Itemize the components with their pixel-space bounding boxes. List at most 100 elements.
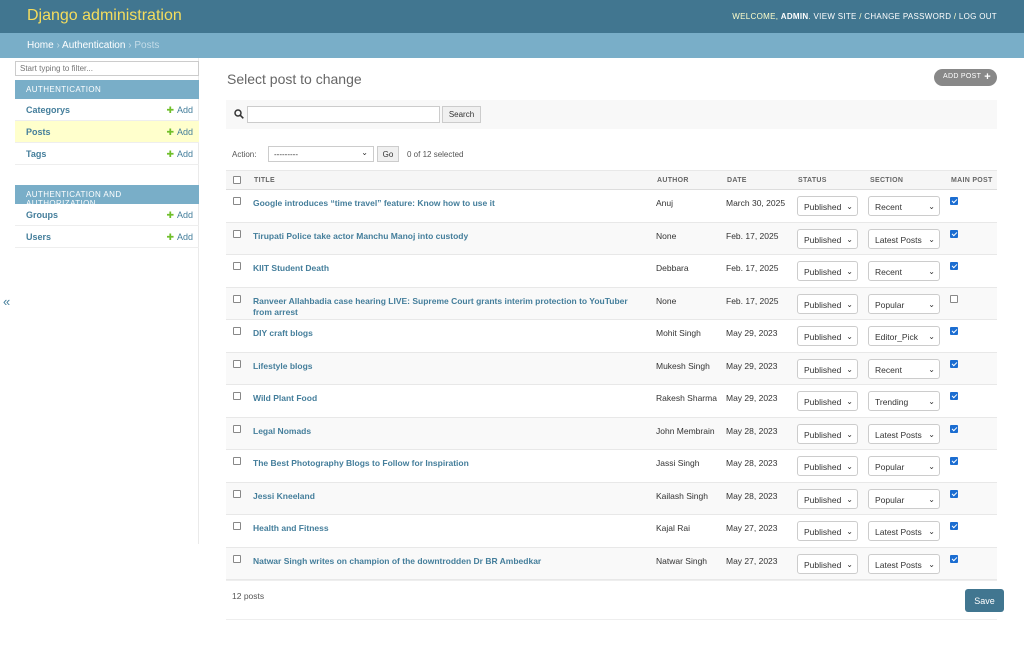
- chevron-down-icon: ⌄: [846, 299, 853, 309]
- status-select[interactable]: Published ⌄: [797, 196, 858, 216]
- main-post-checkbox[interactable]: [950, 489, 958, 498]
- row-select-checkbox[interactable]: [233, 229, 241, 238]
- row-select-checkbox[interactable]: [233, 424, 241, 433]
- main-post-checkbox[interactable]: [950, 392, 958, 400]
- change-password-link[interactable]: Change password: [864, 12, 951, 21]
- add-post-button[interactable]: ADD POST +: [934, 69, 997, 86]
- row-select-checkbox[interactable]: [233, 392, 241, 400]
- section-select[interactable]: Popular ⌄: [868, 488, 940, 509]
- module-caption[interactable]: AUTHENTICATION: [15, 80, 199, 99]
- post-title-link[interactable]: Google introduces “time travel” feature:…: [253, 198, 648, 209]
- row-select-checkbox[interactable]: [233, 522, 241, 530]
- main-post-checkbox[interactable]: [950, 554, 958, 563]
- status-select[interactable]: Published ⌄: [797, 488, 858, 509]
- post-title-link[interactable]: Tirupati Police take actor Manchu Manoj …: [253, 231, 648, 242]
- select-all-checkbox[interactable]: [233, 176, 241, 184]
- sidebar-item-label[interactable]: Users: [26, 232, 51, 242]
- sidebar-item-label[interactable]: Groups: [26, 210, 58, 220]
- post-title-link[interactable]: DIY craft blogs: [253, 328, 648, 339]
- status-select[interactable]: Published ⌄: [797, 521, 858, 541]
- column-header-author[interactable]: AUTHOR: [657, 177, 689, 184]
- table-row: Jessi Kneeland Kailash Singh May 28, 2023 P…: [226, 482, 997, 515]
- status-select[interactable]: Published ⌄: [797, 553, 858, 574]
- add-groups-link[interactable]: ✚ Add: [166, 210, 193, 221]
- action-select[interactable]: --------- ⌄: [268, 146, 374, 162]
- site-name[interactable]: Django administration: [27, 7, 182, 25]
- add-posts-link[interactable]: ✚ Add: [166, 127, 193, 138]
- nav-filter-input[interactable]: [15, 61, 199, 76]
- column-header-section[interactable]: SECTION: [870, 177, 903, 184]
- section-select[interactable]: Latest Posts ⌄: [868, 228, 940, 249]
- sidebar-item-label[interactable]: Posts: [26, 127, 51, 137]
- main-post-checkbox[interactable]: [950, 327, 958, 335]
- main-post-checkbox[interactable]: [950, 262, 958, 270]
- breadcrumb-app[interactable]: Authentication: [62, 40, 125, 51]
- post-title-link[interactable]: Ranveer Allahbadia case hearing LIVE: Su…: [253, 296, 648, 318]
- row-select-checkbox[interactable]: [233, 262, 241, 270]
- status-select[interactable]: Published ⌄: [797, 228, 858, 249]
- toggle-sidebar-button[interactable]: «: [3, 294, 10, 309]
- status-select[interactable]: Published ⌄: [797, 423, 858, 444]
- main-post-checkbox[interactable]: [950, 424, 958, 433]
- breadcrumb-home[interactable]: Home: [27, 40, 54, 51]
- post-title-link[interactable]: The Best Photography Blogs to Follow for…: [253, 458, 648, 469]
- post-title-link[interactable]: Jessi Kneeland: [253, 491, 648, 502]
- post-title-link[interactable]: Wild Plant Food: [253, 393, 648, 404]
- status-select[interactable]: Published ⌄: [797, 326, 858, 346]
- status-select[interactable]: Published ⌄: [797, 293, 858, 314]
- main-post-checkbox[interactable]: [950, 359, 958, 368]
- row-select-checkbox[interactable]: [233, 457, 241, 465]
- chevron-down-icon: ⌄: [928, 267, 935, 276]
- main-post-checkbox[interactable]: [950, 457, 958, 465]
- view-site-link[interactable]: View site: [814, 12, 857, 21]
- main-post-checkbox[interactable]: [950, 294, 958, 303]
- section-select[interactable]: Latest Posts ⌄: [868, 521, 940, 541]
- section-select[interactable]: Recent ⌄: [868, 196, 940, 216]
- row-select-checkbox[interactable]: [233, 327, 241, 335]
- post-title-link[interactable]: Legal Nomads: [253, 426, 648, 437]
- row-select-checkbox[interactable]: [233, 197, 241, 205]
- section-select[interactable]: Recent ⌄: [868, 261, 940, 281]
- section-select[interactable]: Popular ⌄: [868, 456, 940, 476]
- add-users-link[interactable]: ✚ Add: [166, 232, 193, 243]
- section-select[interactable]: Popular ⌄: [868, 293, 940, 314]
- column-header-main-post[interactable]: MAIN POST: [951, 177, 993, 184]
- section-select[interactable]: Latest Posts ⌄: [868, 553, 940, 574]
- column-header-status[interactable]: STATUS: [798, 177, 827, 184]
- post-title-link[interactable]: Natwar Singh writes on champion of the d…: [253, 556, 648, 567]
- row-select-checkbox[interactable]: [233, 489, 241, 498]
- add-categorys-link[interactable]: ✚ Add: [166, 105, 193, 116]
- sidebar-item-label[interactable]: Tags: [26, 149, 46, 159]
- status-select[interactable]: Published ⌄: [797, 391, 858, 411]
- search-input[interactable]: [247, 106, 440, 123]
- row-select-checkbox[interactable]: [233, 294, 241, 303]
- column-header-date[interactable]: DATE: [727, 177, 747, 184]
- main-post-checkbox[interactable]: [950, 197, 958, 205]
- status-select[interactable]: Published ⌄: [797, 261, 858, 281]
- row-select-checkbox[interactable]: [233, 554, 241, 563]
- search-button[interactable]: Search: [442, 106, 481, 123]
- column-header-title[interactable]: TITLE: [254, 177, 275, 184]
- chevron-down-icon: ⌄: [846, 527, 853, 536]
- add-tags-link[interactable]: ✚ Add: [166, 149, 193, 160]
- section-value: Latest Posts: [875, 559, 922, 570]
- section-select[interactable]: Trending ⌄: [868, 391, 940, 411]
- module-caption[interactable]: AUTHENTICATION AND AUTHORIZATION: [15, 185, 199, 208]
- section-select[interactable]: Editor_Pick ⌄: [868, 326, 940, 346]
- main-post-checkbox[interactable]: [950, 229, 958, 238]
- post-title-link[interactable]: Lifestyle blogs: [253, 361, 648, 372]
- go-button[interactable]: Go: [377, 146, 399, 162]
- breadcrumb: Home › Authentication › Posts: [0, 33, 1024, 58]
- section-select[interactable]: Latest Posts ⌄: [868, 423, 940, 444]
- sidebar-item-label[interactable]: Categorys: [26, 105, 70, 115]
- main-post-checkbox[interactable]: [950, 522, 958, 530]
- save-button[interactable]: Save: [965, 589, 1004, 612]
- status-select[interactable]: Published ⌄: [797, 456, 858, 476]
- chevron-down-icon: ⌄: [928, 364, 935, 374]
- post-title-link[interactable]: Health and Fitness: [253, 523, 648, 534]
- post-title-link[interactable]: KIIT Student Death: [253, 263, 648, 274]
- row-select-checkbox[interactable]: [233, 359, 241, 368]
- log-out-link[interactable]: Log out: [959, 12, 997, 21]
- status-select[interactable]: Published ⌄: [797, 358, 858, 379]
- section-select[interactable]: Recent ⌄: [868, 358, 940, 379]
